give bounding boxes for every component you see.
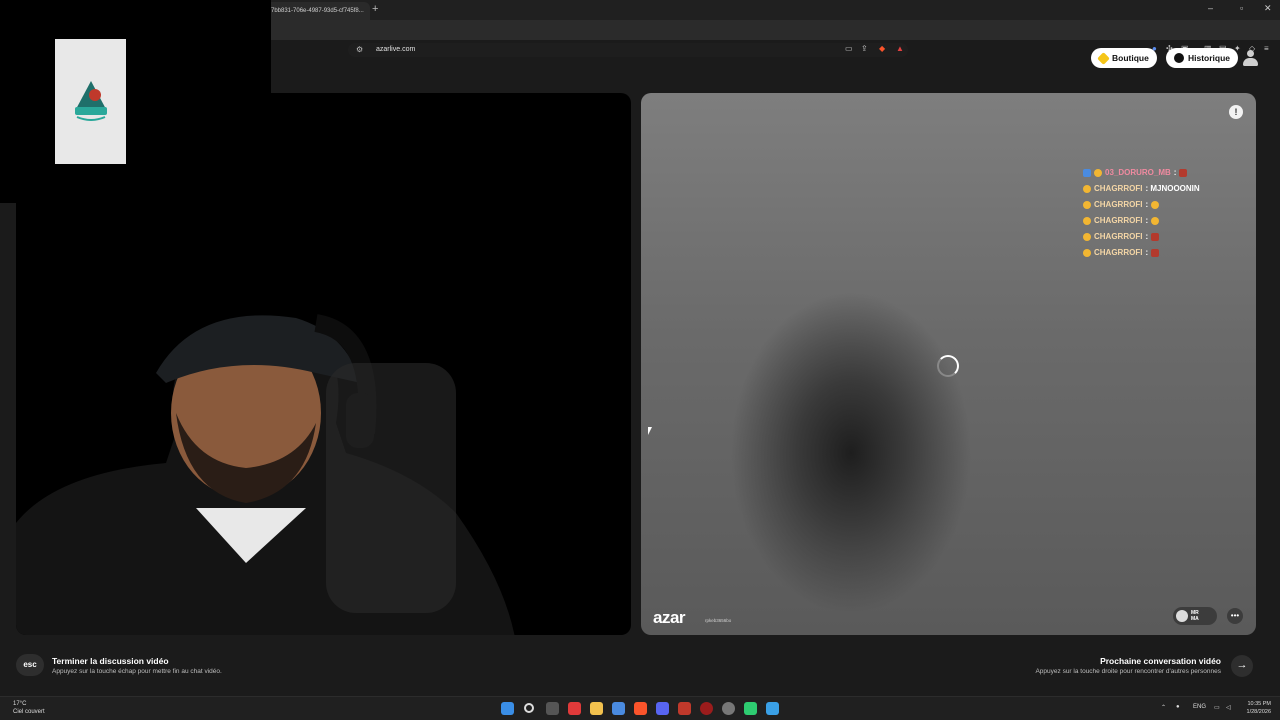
install-icon[interactable]: ▭ [845,44,853,53]
weather-text: Ciel couvert [13,709,45,715]
address-bar[interactable]: ⚙ azarlive.com [348,43,908,57]
next-chat-subtitle: Appuyez sur la touche droite pour rencon… [1035,668,1221,675]
esc-key-button[interactable]: esc [16,654,44,676]
emoji-icon [1083,233,1091,241]
brand-logo-icon [75,81,107,121]
brave-icon[interactable] [634,702,647,715]
app-icon[interactable] [700,702,713,715]
start-icon[interactable] [501,702,514,715]
emoji-icon [1094,169,1102,177]
stream-overlay [0,0,271,203]
shop-button[interactable]: Boutique [1091,48,1157,68]
minimize-button[interactable]: – [1208,3,1213,13]
maximize-button[interactable]: ▫ [1240,3,1243,13]
chat-line: 03_DORURO_MB : [1083,165,1243,181]
chat-line: CHAGRROFI : [1083,197,1243,213]
message-icon[interactable]: ••• [1227,608,1243,624]
diamond-icon [1097,51,1110,65]
chat-message: : [1145,216,1149,225]
volume-icon[interactable]: ◁ [1226,704,1231,711]
next-arrow-button[interactable]: → [1231,655,1253,677]
emoji-icon [1151,217,1160,225]
country-code-2: MA [1191,616,1199,622]
next-chat-title: Prochaine conversation vidéo [1100,656,1221,666]
language-indicator[interactable]: ENG [1193,704,1206,710]
chat-message: : [1173,168,1177,177]
country-codes: MR MA [1191,610,1199,622]
chat-message: : [1145,200,1149,209]
chat-line: CHAGRROFI : [1083,213,1243,229]
chat-username: CHAGRROFI [1094,216,1143,225]
search-icon[interactable] [524,703,534,713]
globe-icon [1176,610,1188,622]
chat-message: : [1145,248,1149,257]
webcam-person-image [16,314,515,635]
windows-taskbar: 17°C Ciel couvert ⌃ ● ENG ▭ ◁ 10:35 PM 1… [0,696,1280,720]
emoji-icon [1083,249,1091,257]
play-icon[interactable] [744,702,757,715]
site-info-icon[interactable]: ⚙ [356,45,363,54]
logo-card [55,39,126,164]
url-text: azarlive.com [376,46,416,53]
chat-line: CHAGRROFI : [1083,229,1243,245]
weather-widget[interactable]: 17°C Ciel couvert [13,700,45,716]
share-icon[interactable]: ⇪ [861,44,868,53]
date-text: 1/28/2026 [1246,709,1271,715]
menu-icon[interactable]: ≡ [1264,44,1269,53]
network-icon[interactable]: ▭ [1214,704,1220,711]
mic-icon[interactable]: ● [1176,704,1180,710]
close-window-button[interactable]: ✕ [1264,3,1272,14]
emoji-icon [1151,249,1160,257]
time-text: 10:35 PM [1247,701,1271,707]
end-chat-title: Terminer la discussion vidéo [52,656,169,666]
chat-username: CHAGRROFI [1094,184,1143,193]
chat-message: : MJNOOONIN [1145,184,1200,193]
chat-username: CHAGRROFI [1094,232,1143,241]
emoji-icon [1179,169,1188,177]
history-label: Historique [1188,53,1231,63]
emoji-icon [1151,233,1160,241]
brave-shield-icon[interactable]: ◆ [879,44,885,53]
chat-line: CHAGRROFI : MJNOOONIN [1083,181,1243,197]
emoji-icon [1083,169,1091,177]
chat-username: 03_DORURO_MB [1105,168,1171,177]
rewards-icon[interactable]: ▲ [896,44,904,53]
app-icon[interactable] [766,702,779,715]
chat-overlay: 03_DORURO_MB : CHAGRROFI : MJNOOONIN CHA… [1083,165,1243,261]
azar-user-id: rpkeb3656bo [705,618,732,623]
shop-label: Boutique [1112,53,1149,63]
history-button[interactable]: Historique [1166,48,1239,68]
clock-widget[interactable]: 10:35 PM 1/28/2026 [1239,700,1271,716]
chat-message: : [1145,232,1149,241]
emoji-icon [1083,185,1091,193]
emoji-icon [1083,217,1091,225]
store-icon[interactable] [612,702,625,715]
chat-username: CHAGRROFI [1094,248,1143,257]
settings-icon[interactable] [722,702,735,715]
file-explorer-icon[interactable] [590,702,603,715]
remote-video: ! 03_DORURO_MB : CHAGRROFI : MJNOOONIN C… [641,93,1256,635]
end-chat-subtitle: Appuyez sur la touche échap pour mettre … [52,668,222,675]
app-icon[interactable] [568,702,581,715]
country-badge[interactable]: MR MA [1173,607,1217,625]
azar-logo: azar [653,608,686,627]
user-icon[interactable] [1243,50,1258,66]
screen: 7bb831-706e-4987-93d5-cf745f8... + – ▫ ✕… [0,0,1280,720]
task-view-icon[interactable] [546,702,559,715]
discord-icon[interactable] [656,702,669,715]
app-icon[interactable] [678,702,691,715]
browser-tab[interactable]: 7bb831-706e-4987-93d5-cf745f8... [265,2,370,20]
chevron-up-icon[interactable]: ⌃ [1161,704,1166,711]
report-button[interactable]: ! [1229,105,1243,119]
mouse-cursor-icon [648,427,652,435]
chat-username: CHAGRROFI [1094,200,1143,209]
clock-icon [1174,53,1184,63]
emoji-icon [1083,201,1091,209]
temperature: 17°C [13,701,27,707]
loading-spinner-icon [937,355,959,377]
chat-line: CHAGRROFI : [1083,245,1243,261]
new-tab-button[interactable]: + [372,3,378,15]
emoji-icon [1151,201,1160,209]
